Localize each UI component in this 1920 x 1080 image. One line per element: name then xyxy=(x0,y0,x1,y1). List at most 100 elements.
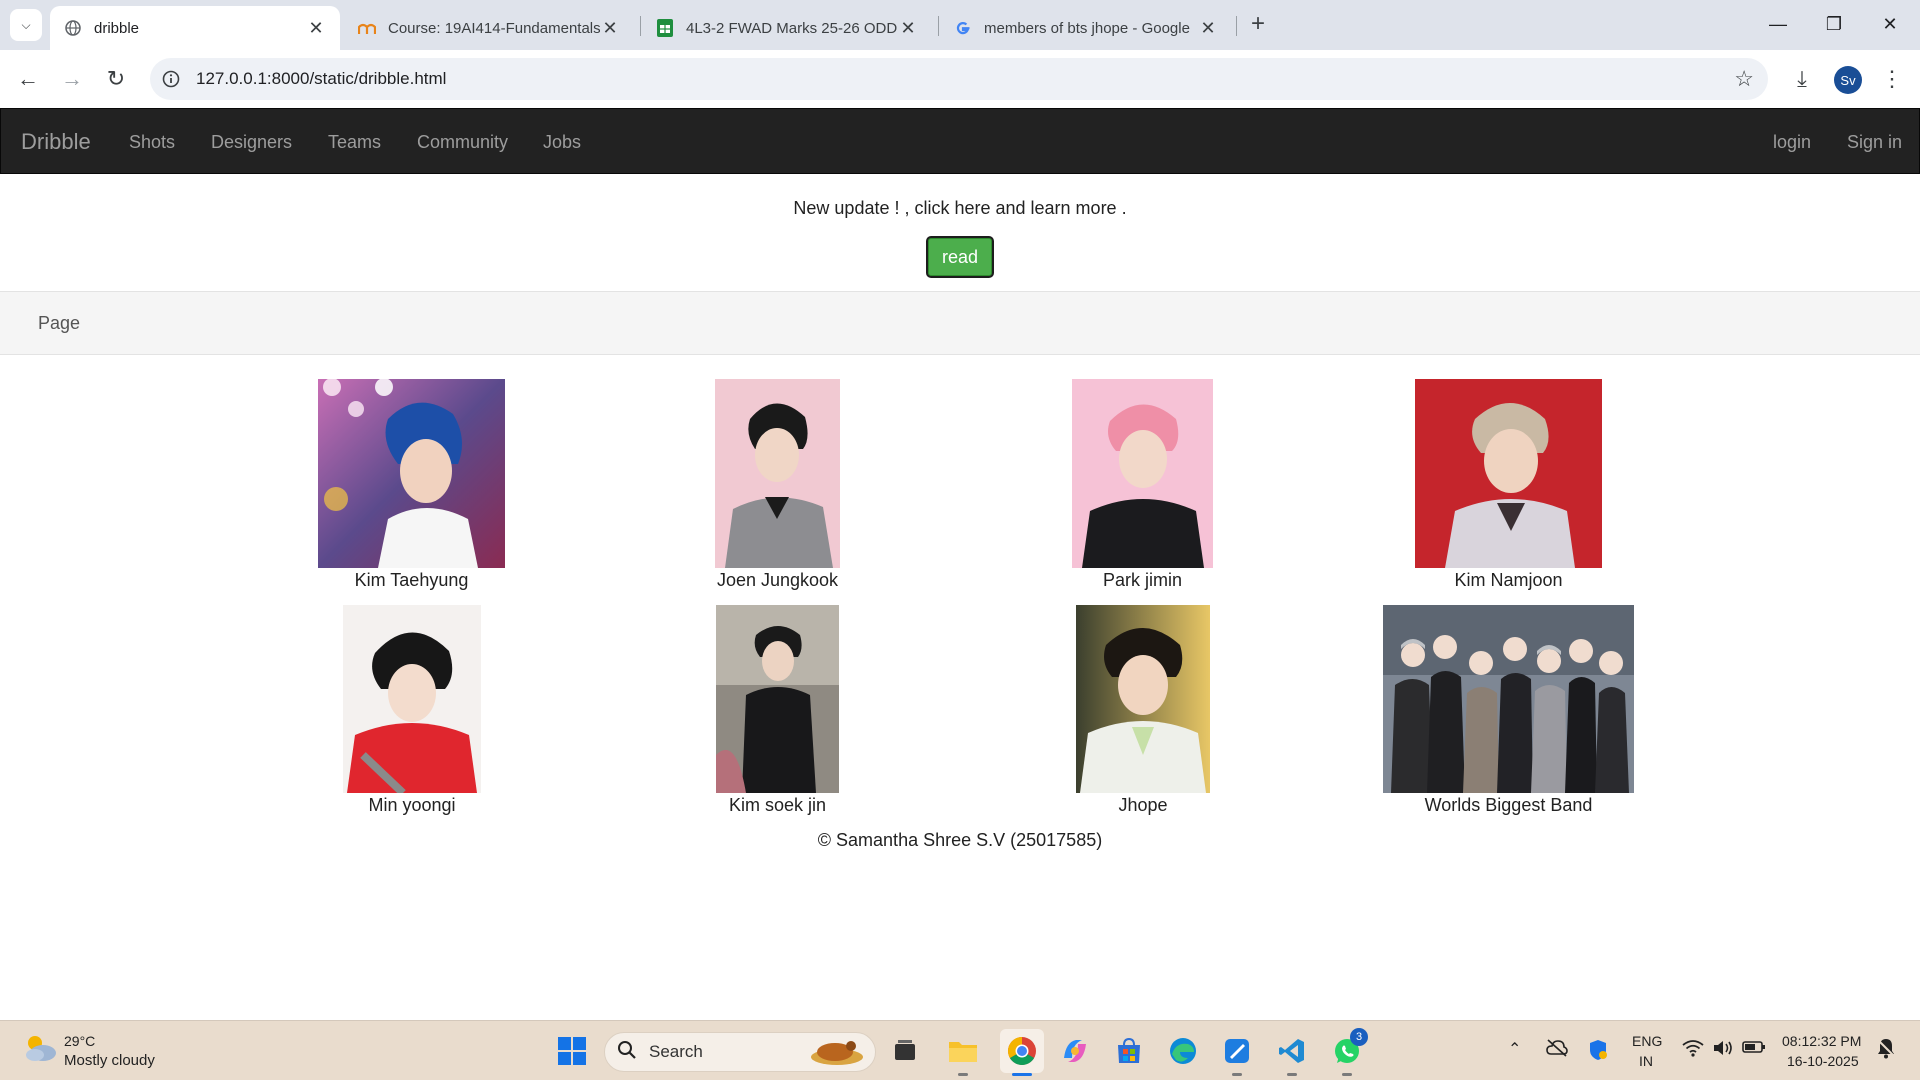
tab-search-button[interactable]: ⌵ xyxy=(10,9,42,41)
member-photo-group[interactable] xyxy=(1383,605,1634,793)
member-photo-jungkook[interactable] xyxy=(715,379,840,568)
close-window-button[interactable]: ✕ xyxy=(1870,8,1910,40)
globe-icon xyxy=(64,19,82,37)
moodle-icon xyxy=(358,19,376,37)
member-photo-jhope[interactable] xyxy=(1076,605,1210,793)
windows-start-icon[interactable] xyxy=(555,1034,589,1068)
security-shield-icon[interactable] xyxy=(1588,1039,1608,1064)
restore-icon: ❐ xyxy=(1825,13,1843,34)
member-photo-yoongi[interactable] xyxy=(343,605,481,793)
site-info-icon[interactable] xyxy=(150,58,192,100)
close-icon[interactable]: ✕ xyxy=(1198,18,1218,39)
close-icon[interactable]: ✕ xyxy=(898,18,918,39)
profile-avatar[interactable]: Sv xyxy=(1834,66,1862,94)
cloudy-weather-icon[interactable] xyxy=(22,1033,58,1063)
running-indicator xyxy=(1287,1073,1297,1076)
language-indicator[interactable]: ENG xyxy=(1632,1033,1662,1049)
reload-button[interactable]: ↻ xyxy=(100,63,132,95)
vscode-icon[interactable] xyxy=(1275,1034,1309,1068)
tab-dribble[interactable]: dribble ✕ xyxy=(50,6,340,50)
wifi-icon[interactable] xyxy=(1682,1039,1704,1060)
chrome-icon[interactable] xyxy=(1000,1029,1044,1073)
region-indicator[interactable]: IN xyxy=(1639,1053,1653,1069)
page-footer: © Samantha Shree S.V (25017585) xyxy=(817,830,1103,850)
nav-link-login[interactable]: login xyxy=(1773,132,1811,153)
battery-icon[interactable] xyxy=(1742,1039,1766,1058)
windows-taskbar: 29°C Mostly cloudy Search 3 ⌃ ENG IN 08:… xyxy=(0,1020,1920,1080)
notification-badge: 3 xyxy=(1350,1028,1368,1046)
back-button[interactable]: ← xyxy=(12,63,44,95)
tab-sheets[interactable]: 4L3-2 FWAD Marks 25-26 ODD ✕ xyxy=(642,6,932,50)
active-indicator xyxy=(1012,1073,1032,1076)
tab-course[interactable]: Course: 19AI414-Fundamentals ✕ xyxy=(344,6,634,50)
nav-link-designers[interactable]: Designers xyxy=(211,132,292,153)
running-indicator xyxy=(1342,1073,1352,1076)
forward-button[interactable]: → xyxy=(56,63,88,95)
member-name: Kim Taehyung xyxy=(354,570,469,590)
sheets-icon xyxy=(656,19,674,37)
update-announcement[interactable]: New update ! , click here and learn more… xyxy=(0,198,1920,219)
close-icon[interactable]: ✕ xyxy=(600,18,620,39)
nav-link-teams[interactable]: Teams xyxy=(328,132,381,153)
weather-description[interactable]: Mostly cloudy xyxy=(64,1052,155,1069)
chevron-up-icon[interactable]: ⌃ xyxy=(1508,1039,1521,1059)
brand-logo[interactable]: Dribble xyxy=(21,129,91,155)
more-vertical-icon: ⋮ xyxy=(1881,66,1903,91)
notification-bell-icon[interactable] xyxy=(1876,1037,1896,1062)
close-icon[interactable]: ✕ xyxy=(306,18,326,39)
browser-tab-strip: ⌵ dribble ✕ Course: 19AI414-Fundamentals… xyxy=(0,0,1920,50)
tab-divider xyxy=(1236,16,1237,36)
running-indicator xyxy=(958,1073,968,1076)
tab-google-search[interactable]: members of bts jhope - Google ✕ xyxy=(940,6,1232,50)
member-name: Joen Jungkook xyxy=(716,570,839,590)
close-icon: ✕ xyxy=(1882,13,1898,34)
member-photo-namjoon[interactable] xyxy=(1415,379,1602,568)
nav-link-sign-in[interactable]: Sign in xyxy=(1847,132,1902,153)
taskbar-search[interactable]: Search xyxy=(604,1032,876,1072)
edge-icon[interactable] xyxy=(1166,1034,1200,1068)
plus-icon: + xyxy=(1250,10,1265,37)
volume-icon[interactable] xyxy=(1712,1039,1734,1060)
member-name: Min yoongi xyxy=(368,795,456,815)
minimize-button[interactable]: — xyxy=(1758,8,1798,40)
member-name: Kim soek jin xyxy=(728,795,827,815)
read-button[interactable]: read xyxy=(926,236,994,278)
member-name: Park jimin xyxy=(1102,570,1182,590)
search-label: Search xyxy=(649,1042,703,1061)
clock-date[interactable]: 16-10-2025 xyxy=(1787,1053,1859,1069)
running-indicator xyxy=(1232,1073,1242,1076)
microsoft-store-icon[interactable] xyxy=(1112,1034,1146,1068)
member-name: Jhope xyxy=(1118,795,1168,815)
browser-toolbar: ← → ↻ 127.0.0.1:8000/static/dribble.html… xyxy=(0,50,1920,108)
copilot-icon[interactable] xyxy=(1058,1034,1092,1068)
file-explorer-icon[interactable] xyxy=(946,1034,980,1068)
chevron-down-icon: ⌵ xyxy=(21,17,31,32)
search-highlight-icon xyxy=(803,1037,867,1074)
tab-title: members of bts jhope - Google xyxy=(984,19,1190,37)
browser-menu-button[interactable]: ⋮ xyxy=(1876,63,1908,95)
breadcrumb-page-label: Page xyxy=(38,313,81,333)
whiteboard-icon[interactable] xyxy=(1220,1034,1254,1068)
bookmark-star-icon[interactable]: ☆ xyxy=(1734,66,1754,92)
nav-link-shots[interactable]: Shots xyxy=(129,132,175,153)
address-bar[interactable]: 127.0.0.1:8000/static/dribble.html ☆ xyxy=(150,58,1768,100)
weather-temperature[interactable]: 29°C xyxy=(64,1033,95,1049)
new-tab-button[interactable]: + xyxy=(1244,10,1272,38)
url-text[interactable]: 127.0.0.1:8000/static/dribble.html xyxy=(196,69,446,89)
member-name: Kim Namjoon xyxy=(1454,570,1563,590)
member-photo-jimin[interactable] xyxy=(1072,379,1213,568)
cloud-offline-icon[interactable] xyxy=(1546,1039,1568,1060)
clock-time[interactable]: 08:12:32 PM xyxy=(1782,1033,1861,1049)
nav-link-jobs[interactable]: Jobs xyxy=(543,132,581,153)
member-photo-taehyung[interactable] xyxy=(318,379,505,568)
restore-button[interactable]: ❐ xyxy=(1814,8,1854,40)
member-name: Worlds Biggest Band xyxy=(1424,795,1593,815)
reload-icon: ↻ xyxy=(106,66,126,91)
tab-title: dribble xyxy=(94,19,140,37)
page-breadcrumb: Page xyxy=(0,291,1920,355)
downloads-button[interactable]: ⤓ xyxy=(1786,63,1818,95)
nav-link-community[interactable]: Community xyxy=(417,132,508,153)
whatsapp-icon[interactable]: 3 xyxy=(1330,1028,1368,1068)
task-view-icon[interactable] xyxy=(888,1034,922,1068)
member-photo-seokjin[interactable] xyxy=(716,605,839,793)
